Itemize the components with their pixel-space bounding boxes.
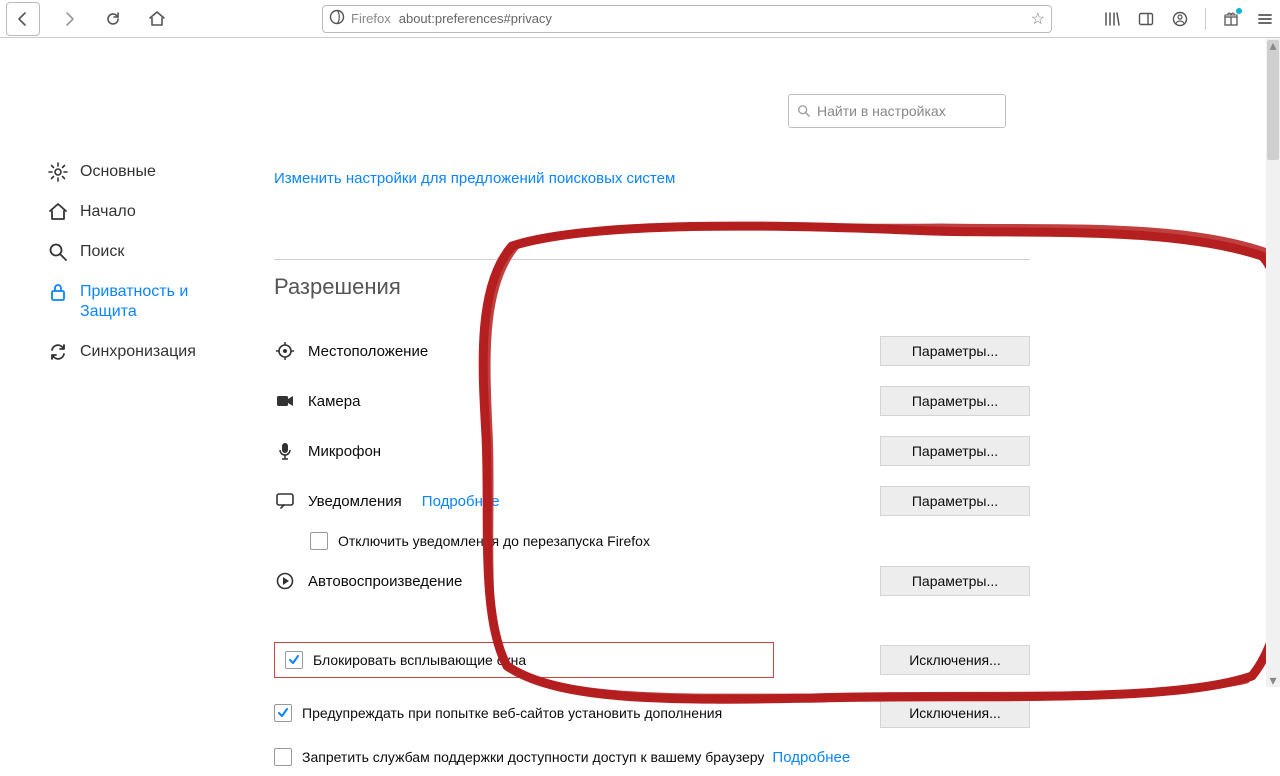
gear-icon bbox=[48, 162, 68, 182]
category-sync[interactable]: Синхронизация bbox=[44, 332, 232, 372]
permission-label: Микрофон bbox=[308, 443, 381, 460]
browser-toolbar: Firefox about:preferences#privacy ☆ bbox=[0, 0, 1280, 38]
block-popups-checkbox[interactable] bbox=[285, 651, 303, 669]
library-icon[interactable] bbox=[1103, 10, 1121, 28]
disable-notifications-label: Отключить уведомления до перезапуска Fir… bbox=[338, 533, 650, 549]
url-bar[interactable]: Firefox about:preferences#privacy ☆ bbox=[322, 5, 1052, 33]
block-popups-exceptions-button[interactable]: Исключения... bbox=[880, 645, 1030, 675]
block-popups-highlight: Блокировать всплывающие окна bbox=[274, 642, 774, 678]
notifications-icon bbox=[274, 493, 296, 509]
notifications-disable-row: Отключить уведомления до перезапуска Fir… bbox=[274, 526, 1030, 556]
warn-addons-label: Предупреждать при попытке веб-сайтов уст… bbox=[302, 705, 722, 721]
microphone-settings-button[interactable]: Параметры... bbox=[880, 436, 1030, 466]
permission-label: Автовоспроизведение bbox=[308, 573, 462, 590]
notifications-settings-button[interactable]: Параметры... bbox=[880, 486, 1030, 516]
forward-button[interactable] bbox=[54, 4, 84, 34]
category-search[interactable]: Поиск bbox=[44, 232, 232, 272]
search-icon bbox=[48, 242, 68, 262]
category-label: Начало bbox=[80, 202, 136, 222]
search-engine-settings-link[interactable]: Изменить настройки для предложений поиск… bbox=[232, 170, 1280, 187]
permission-camera: Камера Параметры... bbox=[274, 376, 1030, 426]
warn-addons-checkbox[interactable] bbox=[274, 704, 292, 722]
categories-sidebar: Основные Начало Поиск Приватность и Защи… bbox=[0, 38, 232, 687]
bookmark-star-icon[interactable]: ☆ bbox=[1031, 9, 1045, 29]
accessibility-more-link[interactable]: Подробнее bbox=[772, 749, 850, 766]
nav-buttons bbox=[6, 2, 172, 36]
category-label: Поиск bbox=[80, 242, 124, 262]
category-label: Синхронизация bbox=[80, 342, 196, 362]
scroll-thumb[interactable] bbox=[1267, 40, 1279, 160]
permission-notifications: Уведомления Подробнее Параметры... bbox=[274, 476, 1030, 526]
toolbar-right bbox=[1103, 8, 1274, 30]
vertical-scrollbar[interactable]: ▴ ▾ bbox=[1266, 38, 1280, 687]
permission-label: Местоположение bbox=[308, 343, 428, 360]
permissions-section: Разрешения Местоположение Параметры... bbox=[232, 259, 1280, 776]
category-general[interactable]: Основные bbox=[44, 152, 232, 192]
autoplay-icon bbox=[274, 572, 296, 590]
lock-icon bbox=[48, 282, 68, 302]
category-label: Приватность и Защита bbox=[80, 282, 228, 322]
home-icon bbox=[48, 202, 68, 222]
search-placeholder: Найти в настройках bbox=[817, 103, 946, 119]
warn-addons-exceptions-button[interactable]: Исключения... bbox=[880, 698, 1030, 728]
block-popups-label: Блокировать всплывающие окна bbox=[313, 652, 526, 668]
location-settings-button[interactable]: Параметры... bbox=[880, 336, 1030, 366]
back-button[interactable] bbox=[6, 2, 40, 36]
search-row: Найти в настройках bbox=[232, 94, 1280, 128]
scroll-down-button[interactable]: ▾ bbox=[1266, 673, 1280, 687]
identity-label: Firefox bbox=[351, 11, 391, 26]
permission-location: Местоположение Параметры... bbox=[274, 326, 1030, 376]
location-icon bbox=[274, 342, 296, 360]
whatsnew-icon[interactable] bbox=[1222, 10, 1240, 28]
preferences-page: Основные Начало Поиск Приватность и Защи… bbox=[0, 38, 1280, 687]
autoplay-settings-button[interactable]: Параметры... bbox=[880, 566, 1030, 596]
category-privacy[interactable]: Приватность и Защита bbox=[44, 272, 232, 332]
main-content: Найти в настройках Изменить настройки дл… bbox=[232, 38, 1280, 687]
url-text: about:preferences#privacy bbox=[399, 11, 552, 26]
category-home[interactable]: Начало bbox=[44, 192, 232, 232]
permission-microphone: Микрофон Параметры... bbox=[274, 426, 1030, 476]
reload-button[interactable] bbox=[98, 4, 128, 34]
accessibility-label: Запретить службам поддержки доступности … bbox=[302, 749, 764, 765]
account-icon[interactable] bbox=[1171, 10, 1189, 28]
firefox-icon bbox=[329, 9, 345, 28]
block-popups-row: Блокировать всплывающие окна Исключения.… bbox=[274, 632, 1030, 688]
toolbar-separator bbox=[1205, 8, 1206, 30]
warn-addons-row: Предупреждать при попытке веб-сайтов уст… bbox=[274, 688, 1030, 738]
notifications-more-link[interactable]: Подробнее bbox=[422, 493, 500, 510]
accessibility-row: Запретить службам поддержки доступности … bbox=[274, 738, 1030, 776]
scroll-up-button[interactable]: ▴ bbox=[1266, 38, 1280, 52]
permission-autoplay: Автовоспроизведение Параметры... bbox=[274, 556, 1030, 606]
home-button[interactable] bbox=[142, 4, 172, 34]
app-menu-icon[interactable] bbox=[1256, 10, 1274, 28]
camera-settings-button[interactable]: Параметры... bbox=[880, 386, 1030, 416]
category-label: Основные bbox=[80, 162, 156, 182]
permission-label: Уведомления bbox=[308, 493, 402, 510]
microphone-icon bbox=[274, 442, 296, 460]
disable-notifications-checkbox[interactable] bbox=[310, 532, 328, 550]
camera-icon bbox=[274, 394, 296, 408]
permission-label: Камера bbox=[308, 393, 360, 410]
accessibility-checkbox[interactable] bbox=[274, 748, 292, 766]
sync-icon bbox=[48, 342, 68, 362]
section-title: Разрешения bbox=[274, 259, 1030, 300]
sidebar-icon[interactable] bbox=[1137, 10, 1155, 28]
search-icon bbox=[797, 104, 811, 118]
search-input[interactable]: Найти в настройках bbox=[788, 94, 1006, 128]
